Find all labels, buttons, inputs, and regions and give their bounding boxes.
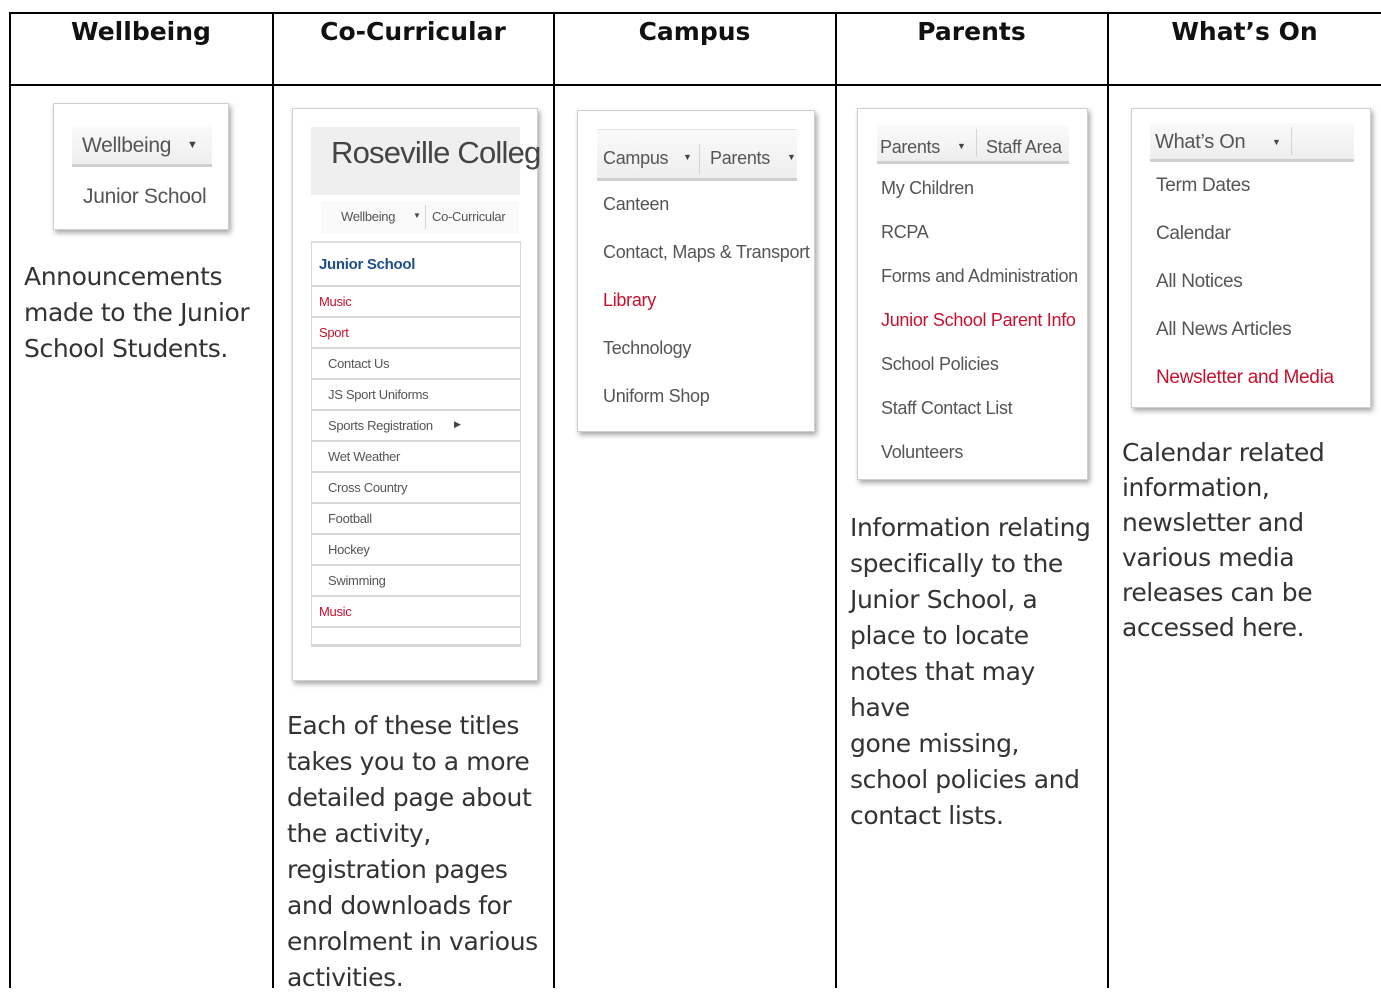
header-parents: Parents <box>917 17 1026 46</box>
nav-parents[interactable]: Parents <box>880 137 940 158</box>
menu-item-staff-contact-list[interactable]: Staff Contact List <box>881 398 1013 419</box>
header-campus: Campus <box>638 17 751 46</box>
header-co-curricular: Co-Curricular <box>320 17 506 46</box>
list-item[interactable]: Football <box>312 504 520 535</box>
list-item[interactable]: Hockey <box>312 535 520 566</box>
wellbeing-menu-screenshot: Wellbeing ▼ Junior School <box>53 103 229 230</box>
co-curricular-nav-bar: Wellbeing ▼ Co-Curricular <box>321 201 519 233</box>
list-item[interactable]: Contact Us <box>312 349 520 380</box>
nav-wellbeing[interactable]: Wellbeing <box>82 134 171 158</box>
wellbeing-description: Announcements made to the Junior School … <box>24 262 250 363</box>
caret-down-icon: ▼ <box>1272 137 1281 147</box>
whats-on-menu-screenshot: What’s On ▼ Term Dates Calendar All Noti… <box>1131 108 1371 408</box>
nav-staff-area[interactable]: Staff Area <box>986 137 1062 158</box>
parents-description: Information relating specifically to the… <box>850 513 1091 830</box>
menu-item-my-children[interactable]: My Children <box>881 178 974 199</box>
menu-item-all-notices[interactable]: All Notices <box>1156 271 1243 293</box>
header-whats-on: What’s On <box>1171 17 1318 46</box>
nav-campus[interactable]: Campus <box>603 148 669 169</box>
menu-item-forms[interactable]: Forms and Administration <box>881 266 1078 287</box>
menu-item-rcpa[interactable]: RCPA <box>881 222 929 243</box>
list-item[interactable]: Swimming <box>312 566 520 597</box>
column-border <box>553 13 555 988</box>
nav-separator <box>699 144 700 174</box>
caret-down-icon: ▼ <box>787 152 796 162</box>
list-item[interactable]: Sports Registration ▶ <box>312 411 520 442</box>
list-item[interactable]: Music <box>312 287 520 318</box>
co-curricular-dropdown: Junior School Music Sport Contact Us JS … <box>311 241 521 647</box>
campus-menu-screenshot: Campus ▼ Parents ▼ Canteen Contact, Maps… <box>577 110 815 432</box>
column-border <box>1107 13 1109 988</box>
list-item[interactable]: Junior School <box>312 243 520 287</box>
caret-down-icon: ▼ <box>957 141 966 151</box>
menu-item-library[interactable]: Library <box>603 290 656 311</box>
list-item[interactable]: JS Sport Uniforms <box>312 380 520 411</box>
header-wellbeing: Wellbeing <box>71 17 211 46</box>
menu-item-school-policies[interactable]: School Policies <box>881 354 999 375</box>
whats-on-nav-bar: What’s On ▼ <box>1150 123 1354 162</box>
menu-item-calendar[interactable]: Calendar <box>1156 223 1231 245</box>
menu-item-uniform-shop[interactable]: Uniform Shop <box>603 386 710 407</box>
list-item[interactable]: Cross Country <box>312 473 520 504</box>
list-item[interactable]: Sport <box>312 318 520 349</box>
column-border <box>272 13 274 988</box>
menu-item-volunteers[interactable]: Volunteers <box>881 442 963 463</box>
column-border <box>835 13 837 988</box>
menu-item-contact-maps[interactable]: Contact, Maps & Transport <box>603 242 810 263</box>
nav-whats-on[interactable]: What’s On <box>1155 131 1246 154</box>
campus-nav-bar: Campus ▼ Parents ▼ <box>597 129 797 181</box>
column-border <box>9 13 11 988</box>
co-curricular-description: Each of these titles takes you to a more… <box>287 711 538 992</box>
nav-wellbeing[interactable]: Wellbeing <box>341 209 395 224</box>
list-item[interactable]: Wet Weather <box>312 442 520 473</box>
caret-down-icon: ▼ <box>187 139 198 151</box>
list-item[interactable]: Music <box>312 597 520 628</box>
caret-down-icon: ▼ <box>413 211 421 220</box>
nav-separator <box>976 129 977 157</box>
nav-parents[interactable]: Parents <box>710 148 770 169</box>
nav-separator <box>425 205 426 229</box>
menu-item-junior-school-parent-info[interactable]: Junior School Parent Info <box>881 310 1076 331</box>
wellbeing-nav-bar: Wellbeing ▼ <box>72 126 212 167</box>
chevron-right-icon: ▶ <box>454 419 461 429</box>
nav-co-curricular[interactable]: Co-Curricular <box>432 209 506 224</box>
whats-on-description: Calendar related information, newsletter… <box>1122 438 1325 642</box>
parents-menu-screenshot: Parents ▼ Staff Area My Children RCPA Fo… <box>857 108 1088 480</box>
menu-item-technology[interactable]: Technology <box>603 338 691 359</box>
menu-item-junior-school[interactable]: Junior School <box>83 185 207 209</box>
nav-separator <box>1291 127 1292 155</box>
menu-item-canteen[interactable]: Canteen <box>603 194 669 215</box>
menu-item-newsletter-and-media[interactable]: Newsletter and Media <box>1156 367 1334 389</box>
menu-item-all-news-articles[interactable]: All News Articles <box>1156 319 1292 341</box>
co-curricular-menu-screenshot: Roseville Colleg Wellbeing ▼ Co-Curricul… <box>292 108 541 681</box>
site-title: Roseville Colleg <box>331 135 541 170</box>
caret-down-icon: ▼ <box>683 152 692 162</box>
menu-item-term-dates[interactable]: Term Dates <box>1156 175 1250 197</box>
list-item-empty <box>312 628 520 646</box>
parents-nav-bar: Parents ▼ Staff Area <box>877 125 1069 164</box>
